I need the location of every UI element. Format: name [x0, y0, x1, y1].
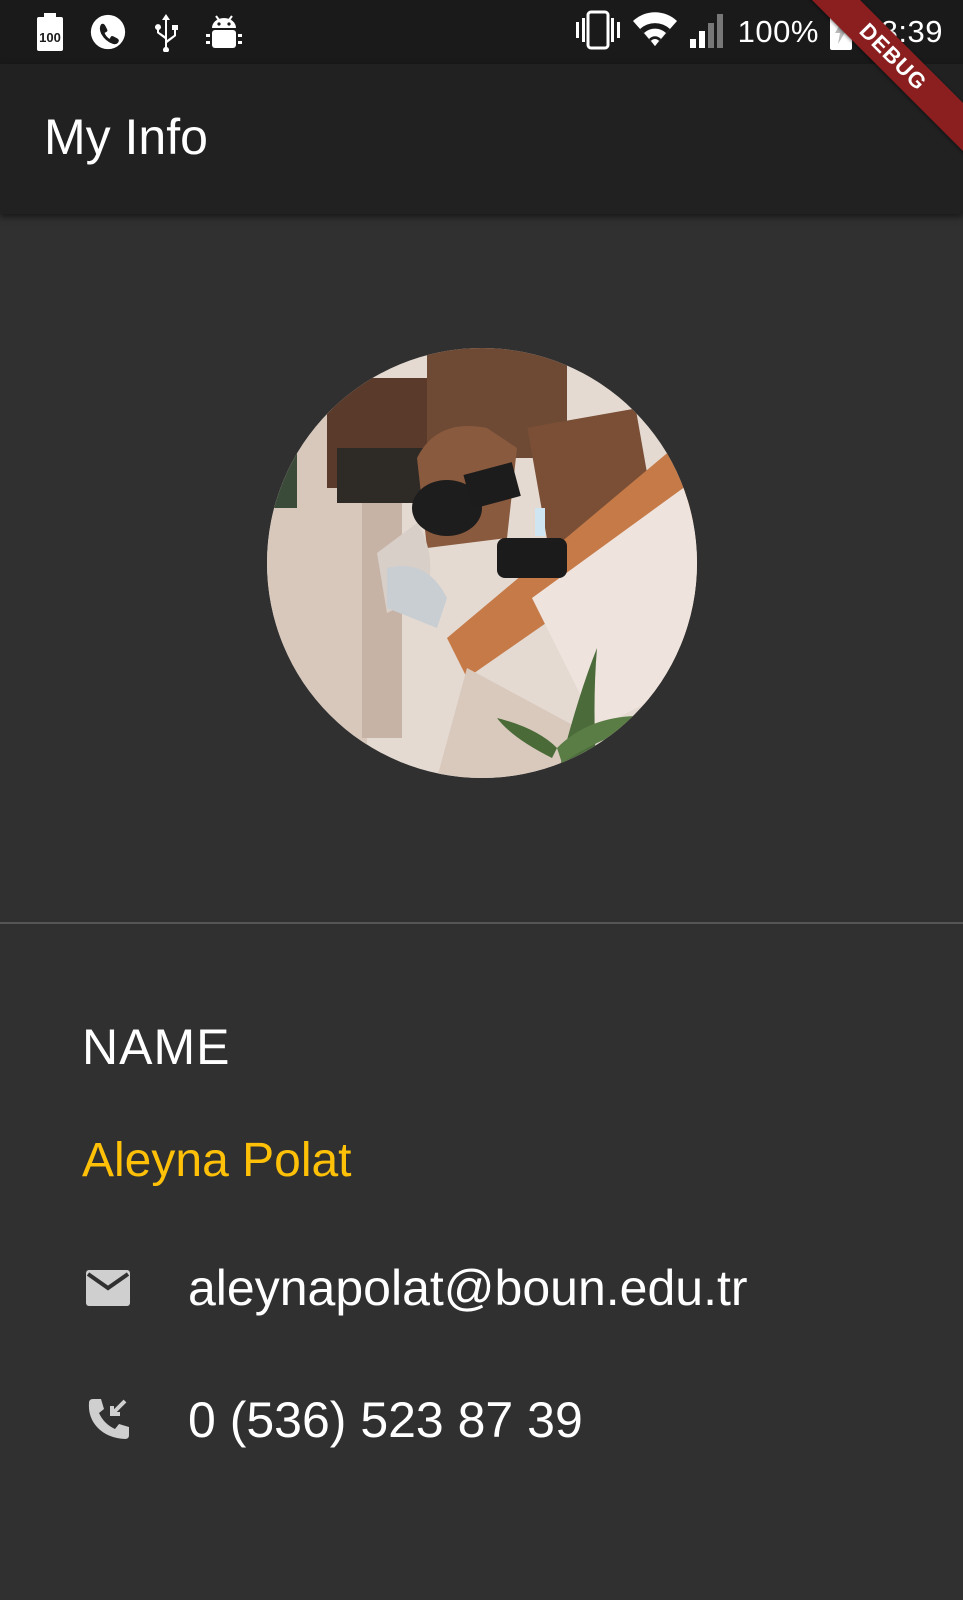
name-label: NAME — [82, 1019, 231, 1075]
email-row[interactable]: aleynapolat@boun.edu.tr — [82, 1253, 748, 1323]
cellular-signal-icon — [688, 11, 728, 54]
status-bar: 100 100% 18:39 — [0, 0, 963, 64]
profile-photo — [267, 348, 697, 778]
usb-icon — [148, 12, 184, 52]
android-debug-icon — [206, 12, 242, 52]
battery-percent: 100% — [737, 14, 819, 49]
phone-row[interactable]: 0 (536) 523 87 39 — [82, 1385, 583, 1455]
status-bar-notifications: 100 — [32, 12, 242, 52]
wifi-icon — [632, 11, 678, 53]
phone-call-icon — [90, 12, 126, 52]
section-divider — [0, 922, 963, 924]
vibrate-icon — [574, 10, 622, 55]
battery-100-badge-icon: 100 — [32, 12, 68, 52]
email-text: aleynapolat@boun.edu.tr — [188, 1260, 748, 1316]
profile-photo-image — [267, 348, 697, 778]
svg-text:100: 100 — [39, 30, 61, 45]
mail-icon — [82, 1262, 134, 1314]
name-value: Aleyna Polat — [82, 1134, 352, 1187]
phone-text: 0 (536) 523 87 39 — [188, 1392, 583, 1448]
app-bar: My Info — [0, 64, 963, 214]
phone-callback-icon — [82, 1394, 134, 1446]
page-title: My Info — [44, 109, 208, 165]
